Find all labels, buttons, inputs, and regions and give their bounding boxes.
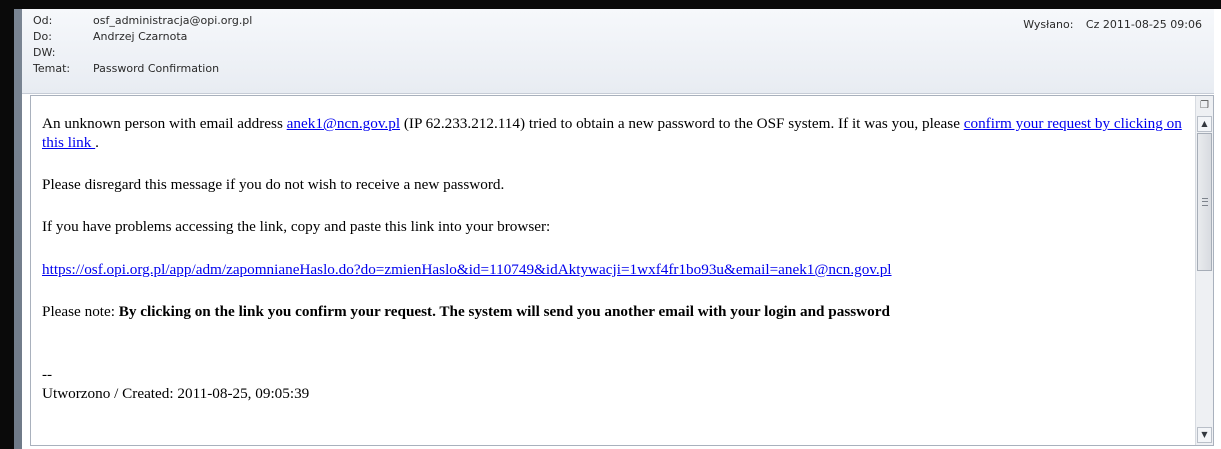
sent-value: Cz 2011-08-25 09:06: [1085, 18, 1202, 31]
arrow-up-icon: ▲: [1201, 119, 1208, 128]
arrow-down-icon: ▼: [1201, 430, 1208, 439]
scroll-down-button[interactable]: ▼: [1197, 427, 1212, 443]
message-header: Od: osf_administracja@opi.org.pl Do: And…: [22, 9, 1214, 94]
vertical-scrollbar[interactable]: ❐ ▲ ▼: [1195, 96, 1213, 445]
scrollbar-thumb[interactable]: [1197, 133, 1212, 271]
created-timestamp: Utworzono / Created: 2011-08-25, 09:05:3…: [42, 385, 310, 402]
grip-icon: [1202, 198, 1208, 206]
window-left-border: [14, 9, 22, 449]
cc-label: DW:: [33, 46, 56, 59]
message-paragraph-disregard: Please disregard this message if you do …: [42, 176, 505, 193]
window-top-frame: [0, 0, 1221, 9]
message-paragraph-intro: An unknown person with email address ane…: [42, 114, 1182, 152]
intro-text-middle: (IP 62.233.212.114) tried to obtain a ne…: [400, 115, 964, 132]
message-paragraph-copy-instructions: If you have problems accessing the link,…: [42, 218, 551, 235]
message-paragraph-url: https://osf.opi.org.pl/app/adm/zapomnian…: [42, 260, 892, 279]
intro-text-end: .: [95, 134, 99, 151]
page-icon[interactable]: ❐: [1197, 97, 1212, 115]
scroll-up-button[interactable]: ▲: [1197, 116, 1212, 132]
email-link[interactable]: anek1@ncn.gov.pl: [287, 115, 400, 132]
sent-label: Wysłano:: [1023, 18, 1074, 31]
activation-url-link[interactable]: https://osf.opi.org.pl/app/adm/zapomnian…: [42, 261, 892, 278]
message-paragraph-note: Please note: By clicking on the link you…: [42, 302, 890, 321]
note-prefix: Please note:: [42, 303, 119, 320]
from-value[interactable]: osf_administracja@opi.org.pl: [93, 13, 252, 29]
sent-info: Wysłano: Cz 2011-08-25 09:06: [1023, 17, 1202, 33]
message-body-pane[interactable]: An unknown person with email address ane…: [30, 95, 1214, 446]
to-value[interactable]: Andrzej Czarnota: [93, 29, 187, 45]
intro-text-start: An unknown person with email address: [42, 115, 287, 132]
signature-separator: --: [42, 366, 53, 383]
note-bold-text: By clicking on the link you confirm your…: [118, 303, 890, 320]
subject-value: Password Confirmation: [93, 62, 220, 75]
